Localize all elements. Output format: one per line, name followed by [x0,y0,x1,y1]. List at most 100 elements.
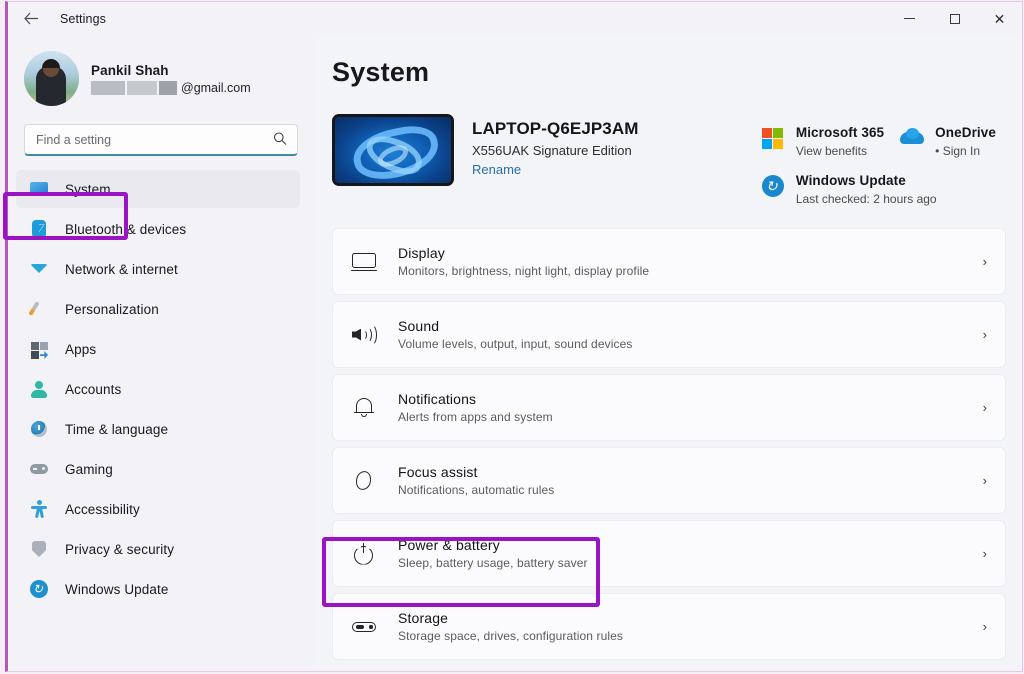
chevron-right-icon: › [983,400,987,415]
chevron-right-icon: › [983,619,987,634]
redacted-email-block [127,81,157,95]
sidebar-item-label: Windows Update [65,582,168,597]
chevron-right-icon: › [983,327,987,342]
account-block[interactable]: Pankil Shah @gmail.com [8,39,314,120]
minimize-icon [904,18,915,19]
avatar [24,51,79,106]
sidebar-item-network-internet[interactable]: Network & internet [16,250,300,288]
settings-card-display[interactable]: Display Monitors, brightness, night ligh… [332,228,1006,295]
chevron-right-icon: › [983,546,987,561]
account-text: Pankil Shah @gmail.com [91,63,251,95]
maximize-icon [950,14,960,24]
sidebar-item-label: Privacy & security [65,542,174,557]
sidebar-nav: System ᜪ Bluetooth & devices Network & i… [8,170,314,608]
widget-microsoft-365[interactable]: Microsoft 365 View benefits [761,124,884,158]
account-name: Pankil Shah [91,63,251,78]
window-body: Pankil Shah @gmail.com [8,35,1022,671]
card-title: Power & battery [398,537,588,553]
card-subtitle: Storage space, drives, configuration rul… [398,629,623,643]
minimize-button[interactable] [887,2,932,35]
window-controls: ✕ [887,2,1022,35]
sidebar-item-bluetooth-devices[interactable]: ᜪ Bluetooth & devices [16,210,300,248]
device-name: LAPTOP-Q6EJP3AM [472,119,639,139]
widget-windows-update[interactable]: ↻ Windows Update Last checked: 2 hours a… [761,172,996,206]
card-title: Focus assist [398,464,554,480]
status-widgets: Microsoft 365 View benefits OneDrive • S… [761,114,1006,206]
account-email-suffix: @gmail.com [181,81,251,95]
chevron-right-icon: › [983,473,987,488]
clock-icon [29,419,49,439]
widget-subtitle: Last checked: 2 hours ago [796,192,937,206]
card-subtitle: Alerts from apps and system [398,410,553,424]
sidebar-item-personalization[interactable]: Personalization [16,290,300,328]
back-arrow-icon [24,12,39,25]
maximize-button[interactable] [932,2,977,35]
settings-card-storage[interactable]: Storage Storage space, drives, configura… [332,593,1006,660]
redacted-email-block [91,81,125,95]
card-subtitle: Notifications, automatic rules [398,483,554,497]
title-bar: Settings ✕ [8,2,1022,35]
widget-subtitle[interactable]: View benefits [796,144,884,158]
sidebar-item-accessibility[interactable]: Accessibility [16,490,300,528]
close-icon: ✕ [994,12,1006,26]
card-subtitle: Volume levels, output, input, sound devi… [398,337,632,351]
sidebar-item-label: Personalization [65,302,159,317]
paintbrush-icon [29,299,49,319]
power-icon [350,540,378,568]
device-hero: LAPTOP-Q6EJP3AM X556UAK Signature Editio… [332,114,1006,206]
widget-onedrive[interactable]: OneDrive • Sign In [900,124,996,158]
main-content: System LAPTOP-Q6EJP3AM X556UAK Signature… [314,35,1022,671]
card-title: Sound [398,318,632,334]
sidebar-item-privacy-security[interactable]: Privacy & security [16,530,300,568]
close-button[interactable]: ✕ [977,2,1022,35]
sidebar-item-time-language[interactable]: Time & language [16,410,300,448]
sidebar-item-label: Apps [65,342,96,357]
card-title: Notifications [398,391,553,407]
sidebar-item-label: Accounts [65,382,121,397]
accessibility-person-icon [29,499,49,519]
rename-link[interactable]: Rename [472,162,521,177]
widget-title: Microsoft 365 [796,125,884,140]
card-subtitle: Monitors, brightness, night light, displ… [398,264,649,278]
sidebar-item-label: Bluetooth & devices [65,222,186,237]
update-refresh-icon: ↻ [29,579,49,599]
sidebar-item-label: System [65,182,111,197]
chevron-right-icon: › [983,254,987,269]
storage-drive-icon [350,613,378,641]
moon-icon [350,467,378,495]
microsoft-logo-icon [761,126,785,150]
sidebar: Pankil Shah @gmail.com [8,35,314,671]
display-monitor-icon [350,248,378,276]
person-icon [29,379,49,399]
settings-window: Settings ✕ Pankil Shah [5,1,1023,672]
account-email: @gmail.com [91,81,251,95]
sidebar-item-windows-update[interactable]: ↻ Windows Update [16,570,300,608]
sidebar-item-accounts[interactable]: Accounts [16,370,300,408]
sidebar-item-label: Time & language [65,422,168,437]
settings-cards: Display Monitors, brightness, night ligh… [332,228,1006,660]
redacted-email-block [159,81,177,95]
settings-card-sound[interactable]: Sound Volume levels, output, input, soun… [332,301,1006,368]
sidebar-item-gaming[interactable]: Gaming [16,450,300,488]
widget-title: OneDrive [935,125,996,140]
gamepad-icon [29,459,49,479]
widget-title: Windows Update [796,173,906,188]
sidebar-item-apps[interactable]: Apps [16,330,300,368]
sidebar-item-system[interactable]: System [16,170,300,208]
search-input[interactable] [25,133,297,147]
wifi-icon [29,259,49,279]
onedrive-cloud-icon [900,126,924,150]
device-meta: LAPTOP-Q6EJP3AM X556UAK Signature Editio… [472,114,639,179]
widget-subtitle[interactable]: • Sign In [935,144,996,158]
update-refresh-icon: ↻ [761,174,785,198]
settings-card-focus-assist[interactable]: Focus assist Notifications, automatic ru… [332,447,1006,514]
sidebar-item-label: Accessibility [65,502,140,517]
settings-card-notifications[interactable]: Notifications Alerts from apps and syste… [332,374,1006,441]
back-button[interactable] [14,5,48,33]
speaker-icon [350,321,378,349]
apps-grid-icon [29,339,49,359]
search-box[interactable] [24,124,298,156]
device-block: LAPTOP-Q6EJP3AM X556UAK Signature Editio… [332,114,639,186]
card-title: Storage [398,610,623,626]
settings-card-power-battery[interactable]: Power & battery Sleep, battery usage, ba… [332,520,1006,587]
